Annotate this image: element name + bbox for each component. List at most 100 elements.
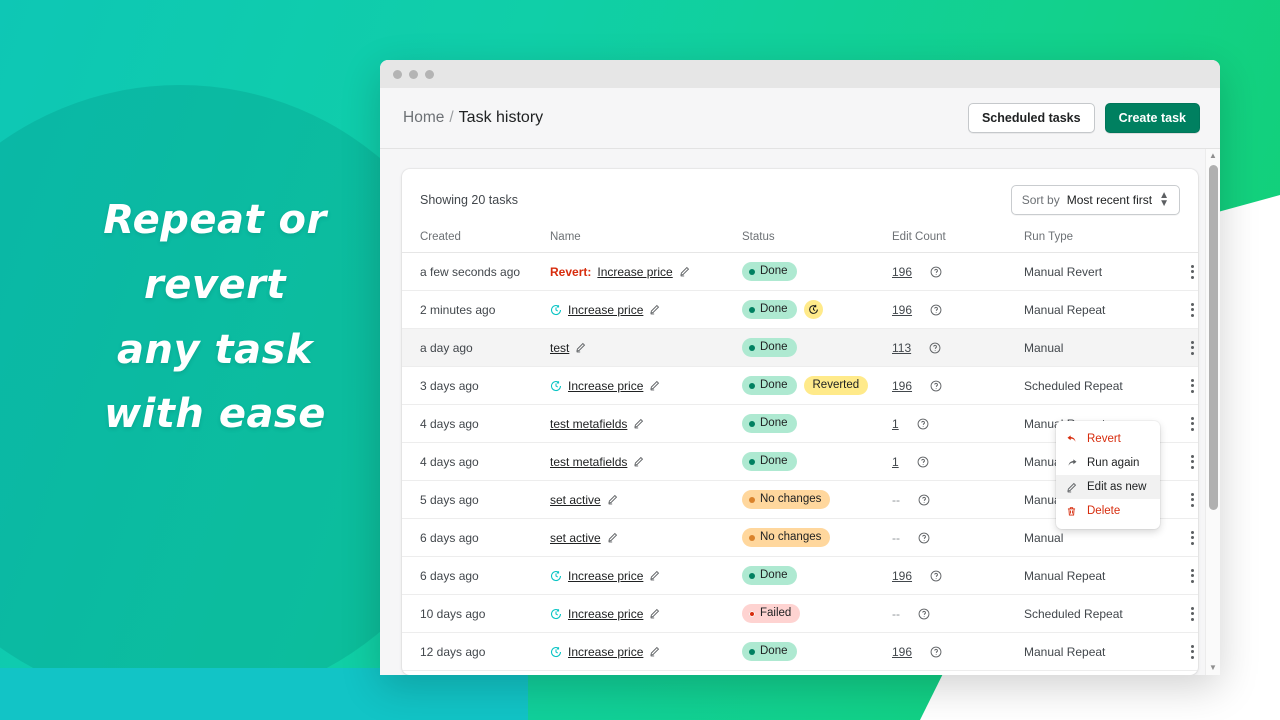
edit-pencil-icon[interactable] xyxy=(649,608,660,619)
edit-count-value[interactable]: -- xyxy=(892,493,900,507)
help-circle-icon[interactable] xyxy=(930,570,942,582)
edit-count-value[interactable]: 196 xyxy=(892,303,912,317)
row-actions-kebab-icon[interactable] xyxy=(1172,341,1198,355)
edit-pencil-icon[interactable] xyxy=(649,304,660,315)
row-actions-kebab-icon[interactable] xyxy=(1172,379,1198,393)
breadcrumb-home[interactable]: Home xyxy=(403,109,444,127)
trash-icon xyxy=(1065,506,1078,517)
menu-item-label: Run again xyxy=(1087,457,1139,469)
task-name-link[interactable]: Increase price xyxy=(568,569,643,583)
edit-pencil-icon[interactable] xyxy=(679,266,690,277)
status-bullet-icon xyxy=(749,459,755,465)
table-row[interactable]: 3 days agoIncrease priceDoneReverted196S… xyxy=(402,367,1198,405)
status-label: No changes xyxy=(760,530,821,545)
task-name-link[interactable]: Increase price xyxy=(568,379,643,393)
help-circle-icon[interactable] xyxy=(930,646,942,658)
table-row[interactable]: 12 days agoIncrease priceDone196Manual R… xyxy=(402,633,1198,671)
help-circle-icon[interactable] xyxy=(930,266,942,278)
cell-created: 12 days ago xyxy=(402,633,550,671)
row-actions-kebab-icon[interactable] xyxy=(1172,531,1198,545)
edit-pencil-icon[interactable] xyxy=(575,342,586,353)
edit-pencil-icon[interactable] xyxy=(649,646,660,657)
task-name-link[interactable]: Increase price xyxy=(568,607,643,621)
table-row[interactable]: 12 days agoweight increaseDone196Manual … xyxy=(402,671,1198,676)
edit-pencil-icon[interactable] xyxy=(649,570,660,581)
task-name-link[interactable]: Increase price xyxy=(597,265,672,279)
task-name-link[interactable]: Increase price xyxy=(568,645,643,659)
task-name-link[interactable]: Increase price xyxy=(568,303,643,317)
menu-item-delete[interactable]: Delete xyxy=(1056,499,1160,523)
scrollbar-thumb[interactable] xyxy=(1209,165,1218,510)
scheduled-clock-icon xyxy=(550,380,562,392)
edit-pencil-icon[interactable] xyxy=(607,494,618,505)
scroll-down-arrow-icon[interactable]: ▼ xyxy=(1209,661,1217,675)
row-actions-kebab-icon[interactable] xyxy=(1172,607,1198,621)
cell-name: Increase price xyxy=(550,595,742,633)
column-header-created: Created xyxy=(402,225,550,253)
edit-pencil-icon[interactable] xyxy=(649,380,660,391)
help-circle-icon[interactable] xyxy=(929,342,941,354)
cell-run-type: Manual Repeat xyxy=(1024,671,1172,676)
sort-select[interactable]: Sort by Most recent first ▲▼ xyxy=(1011,185,1180,215)
promo-line-4: with ease xyxy=(60,382,370,447)
window-close-dot[interactable] xyxy=(393,70,402,79)
help-circle-icon[interactable] xyxy=(917,418,929,430)
row-actions-kebab-icon[interactable] xyxy=(1172,265,1198,279)
task-name-link[interactable]: test metafields xyxy=(550,455,627,469)
row-actions-kebab-icon[interactable] xyxy=(1172,417,1198,431)
help-circle-icon[interactable] xyxy=(930,304,942,316)
edit-count-value[interactable]: 196 xyxy=(892,379,912,393)
help-circle-icon[interactable] xyxy=(917,456,929,468)
column-header-run-type: Run Type xyxy=(1024,225,1172,253)
task-name-link[interactable]: set active xyxy=(550,493,601,507)
edit-count-value[interactable]: 196 xyxy=(892,265,912,279)
menu-item-edit-as-new[interactable]: Edit as new xyxy=(1056,475,1160,499)
menu-item-run-again[interactable]: Run again xyxy=(1056,451,1160,475)
status-label: Failed xyxy=(760,606,791,621)
edit-pencil-icon[interactable] xyxy=(633,456,644,467)
scheduled-tasks-button[interactable]: Scheduled tasks xyxy=(968,103,1095,133)
run-again-icon xyxy=(1065,457,1078,469)
window-scrollbar[interactable]: ▲ ▼ xyxy=(1205,149,1220,675)
row-actions-menu[interactable]: Revert Run again Edit as newDelete xyxy=(1056,421,1160,529)
edit-pencil-icon[interactable] xyxy=(607,532,618,543)
window-minimize-dot[interactable] xyxy=(409,70,418,79)
row-actions-kebab-icon[interactable] xyxy=(1172,455,1198,469)
status-badge: No changes xyxy=(742,490,830,509)
help-circle-icon[interactable] xyxy=(918,494,930,506)
edit-pencil-icon[interactable] xyxy=(633,418,644,429)
create-task-button[interactable]: Create task xyxy=(1105,103,1200,133)
table-row[interactable]: 6 days agoIncrease priceDone196Manual Re… xyxy=(402,557,1198,595)
row-actions-kebab-icon[interactable] xyxy=(1172,569,1198,583)
table-row[interactable]: a day agotestDone113Manual xyxy=(402,329,1198,367)
edit-count-value[interactable]: 1 xyxy=(892,417,899,431)
menu-item-revert[interactable]: Revert xyxy=(1056,427,1160,451)
cell-status: Done xyxy=(742,405,892,443)
task-name-link[interactable]: test xyxy=(550,341,569,355)
edit-count-value[interactable]: -- xyxy=(892,607,900,621)
sort-value: Most recent first xyxy=(1067,193,1152,207)
scroll-up-arrow-icon[interactable]: ▲ xyxy=(1209,149,1217,163)
row-actions-kebab-icon[interactable] xyxy=(1172,303,1198,317)
help-circle-icon[interactable] xyxy=(930,380,942,392)
cell-created: 2 minutes ago xyxy=(402,291,550,329)
table-row[interactable]: a few seconds agoRevert:Increase priceDo… xyxy=(402,253,1198,291)
window-maximize-dot[interactable] xyxy=(425,70,434,79)
help-circle-icon[interactable] xyxy=(918,532,930,544)
edit-count-value[interactable]: 113 xyxy=(892,341,911,355)
task-name-link[interactable]: set active xyxy=(550,531,601,545)
table-row[interactable]: 10 days agoIncrease priceFailed--Schedul… xyxy=(402,595,1198,633)
edit-count-value[interactable]: 1 xyxy=(892,455,899,469)
table-head: Created Name Status Edit Count Run Type xyxy=(402,225,1198,253)
table-row[interactable]: 2 minutes agoIncrease priceDone196Manual… xyxy=(402,291,1198,329)
row-actions-kebab-icon[interactable] xyxy=(1172,493,1198,507)
status-label: Done xyxy=(760,340,788,355)
help-circle-icon[interactable] xyxy=(918,608,930,620)
edit-count-value[interactable]: -- xyxy=(892,531,900,545)
cell-name: set active xyxy=(550,519,742,557)
edit-count-value[interactable]: 196 xyxy=(892,645,912,659)
task-name-link[interactable]: test metafields xyxy=(550,417,627,431)
row-actions-kebab-icon[interactable] xyxy=(1172,645,1198,659)
task-history-card: Showing 20 tasks Sort by Most recent fir… xyxy=(402,169,1198,675)
edit-count-value[interactable]: 196 xyxy=(892,569,912,583)
